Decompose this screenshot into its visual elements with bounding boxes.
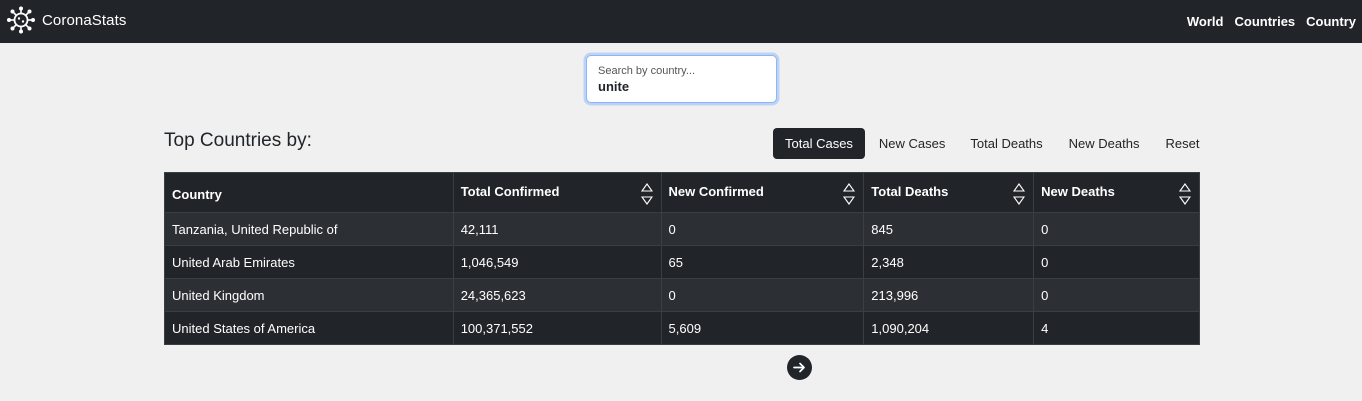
column-header-new-confirmed[interactable]: New Confirmed bbox=[660, 172, 865, 213]
cell-total-confirmed: 100,371,552 bbox=[452, 311, 662, 345]
table-row: United Arab Emirates 1,046,549 65 2,348 … bbox=[164, 245, 1200, 279]
cell-country: United States of America bbox=[164, 311, 454, 345]
table-row: United States of America 100,371,552 5,6… bbox=[164, 311, 1200, 345]
cell-new-deaths: 4 bbox=[1033, 311, 1200, 345]
cell-country: Tanzania, United Republic of bbox=[164, 212, 454, 246]
cell-new-deaths: 0 bbox=[1033, 212, 1200, 246]
cell-new-deaths: 0 bbox=[1033, 278, 1200, 312]
column-header-label: Country bbox=[172, 187, 222, 202]
sort-icon[interactable] bbox=[1013, 182, 1026, 206]
cell-new-confirmed: 0 bbox=[660, 212, 865, 246]
column-header-label: New Confirmed bbox=[668, 184, 764, 199]
table-row: United Kingdom 24,365,623 0 213,996 0 bbox=[164, 278, 1200, 312]
cell-country: United Kingdom bbox=[164, 278, 454, 312]
table-header-row: Country Total Confirmed New Confirmed To… bbox=[164, 172, 1200, 213]
nav-link-countries[interactable]: Countries bbox=[1234, 14, 1295, 29]
countries-table: Country Total Confirmed New Confirmed To… bbox=[164, 172, 1200, 345]
column-header-label: Total Deaths bbox=[871, 184, 949, 199]
virus-icon bbox=[7, 6, 35, 34]
cell-country: United Arab Emirates bbox=[164, 245, 454, 279]
brand-link[interactable]: CoronaStats bbox=[5, 6, 126, 34]
sort-icon[interactable] bbox=[1179, 182, 1191, 206]
cell-total-confirmed: 24,365,623 bbox=[452, 278, 662, 312]
table-row: Tanzania, United Republic of 42,111 0 84… bbox=[164, 212, 1200, 246]
nav-link-world[interactable]: World bbox=[1187, 14, 1224, 29]
brand-name: CoronaStats bbox=[42, 11, 127, 29]
column-header-label: Total Confirmed bbox=[460, 184, 560, 199]
search-floating-label: Search by country... bbox=[598, 65, 696, 77]
column-header-total-deaths[interactable]: Total Deaths bbox=[863, 172, 1035, 213]
cell-new-deaths: 0 bbox=[1033, 245, 1200, 279]
cell-total-confirmed: 42,111 bbox=[452, 212, 662, 246]
cell-total-deaths: 2,348 bbox=[863, 245, 1035, 279]
column-header-new-deaths[interactable]: New Deaths bbox=[1033, 172, 1200, 213]
section-title: Top Countries by: bbox=[164, 130, 312, 151]
cell-total-confirmed: 1,046,549 bbox=[452, 245, 662, 279]
sort-tabs: Total Cases New Cases Total Deaths New D… bbox=[773, 128, 1199, 159]
arrow-right-icon bbox=[793, 362, 805, 373]
cell-total-deaths: 213,996 bbox=[863, 278, 1035, 312]
tab-total-cases[interactable]: Total Cases bbox=[773, 128, 865, 159]
column-header-label: New Deaths bbox=[1041, 184, 1115, 199]
tab-total-deaths[interactable]: Total Deaths bbox=[970, 128, 1042, 159]
nav-links: World Countries Country bbox=[1176, 0, 1356, 43]
column-header-country: Country bbox=[164, 172, 454, 213]
navbar: CoronaStats World Countries Country bbox=[0, 0, 1362, 43]
cell-new-confirmed: 5,609 bbox=[660, 311, 865, 345]
search-value[interactable]: unite bbox=[598, 79, 629, 94]
nav-link-country[interactable]: Country bbox=[1306, 14, 1356, 29]
column-header-total-confirmed[interactable]: Total Confirmed bbox=[452, 172, 662, 213]
next-page-button[interactable] bbox=[787, 355, 812, 380]
tab-reset[interactable]: Reset bbox=[1165, 128, 1199, 159]
sort-icon[interactable] bbox=[843, 182, 856, 206]
tab-new-deaths[interactable]: New Deaths bbox=[1069, 128, 1140, 159]
search-input[interactable]: Search by country... unite bbox=[586, 55, 777, 103]
cell-new-confirmed: 0 bbox=[660, 278, 865, 312]
cell-total-deaths: 845 bbox=[863, 212, 1035, 246]
cell-new-confirmed: 65 bbox=[660, 245, 865, 279]
tab-new-cases[interactable]: New Cases bbox=[879, 128, 945, 159]
sort-icon[interactable] bbox=[640, 182, 653, 206]
cell-total-deaths: 1,090,204 bbox=[863, 311, 1035, 345]
